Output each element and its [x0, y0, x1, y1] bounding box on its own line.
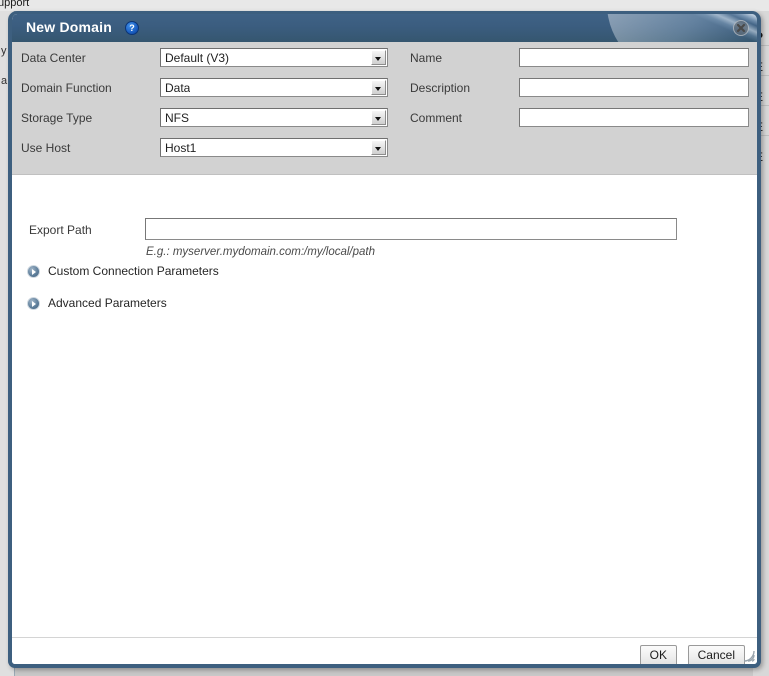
background-left-fragment-1: y	[1, 45, 7, 57]
name-field[interactable]	[519, 48, 749, 67]
ok-button[interactable]: OK	[639, 645, 677, 664]
background-topbar: upport	[0, 0, 769, 11]
expander-label: Advanced Parameters	[48, 296, 167, 310]
background-left-fragment-2: a	[1, 75, 8, 87]
domain-function-value: Data	[165, 81, 191, 95]
storage-type-value: NFS	[165, 111, 189, 125]
dialog-button-bar: OK Cancel	[12, 637, 757, 664]
label-export-path: Export Path	[29, 223, 92, 237]
export-path-field[interactable]	[145, 218, 677, 240]
label-storage-type: Storage Type	[21, 111, 93, 125]
chevron-down-icon[interactable]	[371, 110, 386, 125]
chevron-down-icon[interactable]	[371, 140, 386, 155]
label-domain-function: Domain Function	[21, 81, 112, 95]
export-path-input[interactable]	[146, 219, 676, 239]
close-icon[interactable]	[733, 20, 749, 36]
storage-type-select[interactable]: NFS	[160, 108, 388, 127]
dialog-title: New Domain	[26, 19, 113, 35]
titlebar-swoosh-decoration	[548, 14, 757, 42]
comment-input[interactable]	[520, 109, 748, 126]
label-use-host: Use Host	[21, 141, 71, 155]
name-input[interactable]	[520, 49, 748, 66]
data-center-value: Default (V3)	[165, 51, 230, 65]
use-host-select[interactable]: Host1	[160, 138, 388, 157]
new-domain-dialog: New Domain ? Data Center Default (V3) Do…	[8, 11, 761, 668]
background-topbar-text: upport	[0, 0, 30, 9]
label-data-center: Data Center	[21, 51, 86, 65]
chevron-down-icon[interactable]	[371, 50, 386, 65]
domain-function-select[interactable]: Data	[160, 78, 388, 97]
label-comment: Comment	[410, 111, 463, 125]
description-input[interactable]	[520, 79, 748, 96]
chevron-down-icon[interactable]	[371, 80, 386, 95]
dialog-titlebar[interactable]: New Domain ?	[12, 14, 757, 42]
help-icon[interactable]: ?	[125, 21, 139, 35]
cancel-button[interactable]: Cancel	[687, 645, 745, 664]
label-description: Description	[410, 81, 471, 95]
chevron-right-circle-icon	[27, 265, 40, 278]
chevron-right-circle-icon	[27, 297, 40, 310]
export-path-hint: E.g.: myserver.mydomain.com:/my/local/pa…	[146, 246, 376, 258]
description-field[interactable]	[519, 78, 749, 97]
data-center-select[interactable]: Default (V3)	[160, 48, 388, 67]
dialog-form-panel: Data Center Default (V3) Domain Function…	[12, 42, 757, 175]
resize-grip[interactable]	[741, 648, 755, 662]
expander-label: Custom Connection Parameters	[48, 264, 219, 278]
label-name: Name	[410, 51, 443, 65]
dialog-body: Export Path E.g.: myserver.mydomain.com:…	[12, 175, 757, 637]
use-host-value: Host1	[165, 141, 197, 155]
comment-field[interactable]	[519, 108, 749, 127]
